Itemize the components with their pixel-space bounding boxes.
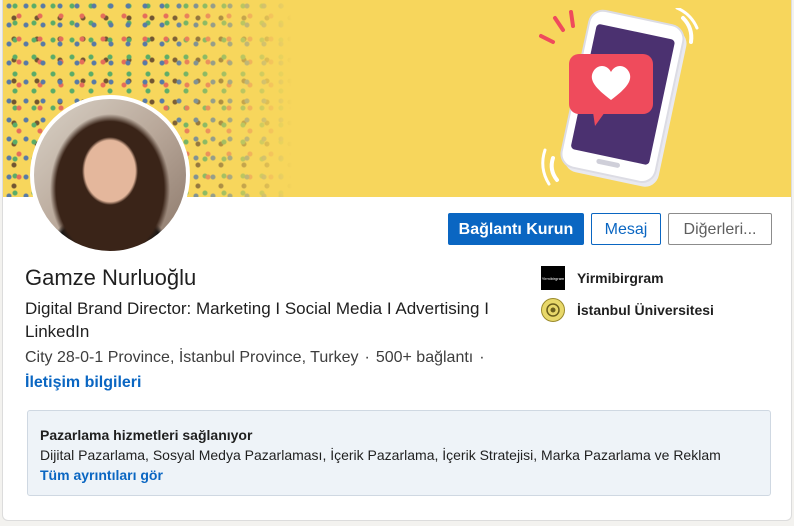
message-button[interactable]: Mesaj xyxy=(591,213,661,245)
profile-location: City 28-0-1 Province, İstanbul Province,… xyxy=(25,349,359,366)
services-list: Dijital Pazarlama, Sosyal Medya Pazarlam… xyxy=(40,447,721,463)
university-seal-icon xyxy=(541,298,565,322)
profile-name: Gamze Nurluoğlu xyxy=(25,265,197,290)
more-button[interactable]: Diğerleri... xyxy=(668,213,772,245)
company-logo-text: Yirmibirgram xyxy=(541,275,565,281)
separator-dot: · xyxy=(479,349,485,366)
profile-meta: City 28-0-1 Province, İstanbul Province,… xyxy=(25,349,491,367)
phone-like-illustration xyxy=(539,8,699,187)
connect-button[interactable]: Bağlantı Kurun xyxy=(448,213,584,245)
school-entry[interactable]: İstanbul Üniversitesi xyxy=(541,298,714,322)
services-title: Pazarlama hizmetleri sağlanıyor xyxy=(40,427,253,443)
services-box: Pazarlama hizmetleri sağlanıyor Dijital … xyxy=(27,410,771,496)
company-entry[interactable]: Yirmibirgram Yirmibirgram xyxy=(541,266,664,290)
separator-dot: · xyxy=(364,349,370,366)
connections-count[interactable]: 500+ bağlantı xyxy=(376,349,473,366)
profile-headline: Digital Brand Director: Marketing I Soci… xyxy=(25,299,489,341)
see-all-details-link[interactable]: Tüm ayrıntıları gör xyxy=(40,467,163,483)
school-name: İstanbul Üniversitesi xyxy=(577,302,714,318)
profile-avatar xyxy=(30,95,190,255)
company-logo-icon: Yirmibirgram xyxy=(541,266,565,290)
contact-info-link[interactable]: İletişim bilgileri xyxy=(25,374,141,392)
company-name: Yirmibirgram xyxy=(577,270,664,286)
profile-card: Bağlantı Kurun Mesaj Diğerleri... Gamze … xyxy=(2,0,792,521)
